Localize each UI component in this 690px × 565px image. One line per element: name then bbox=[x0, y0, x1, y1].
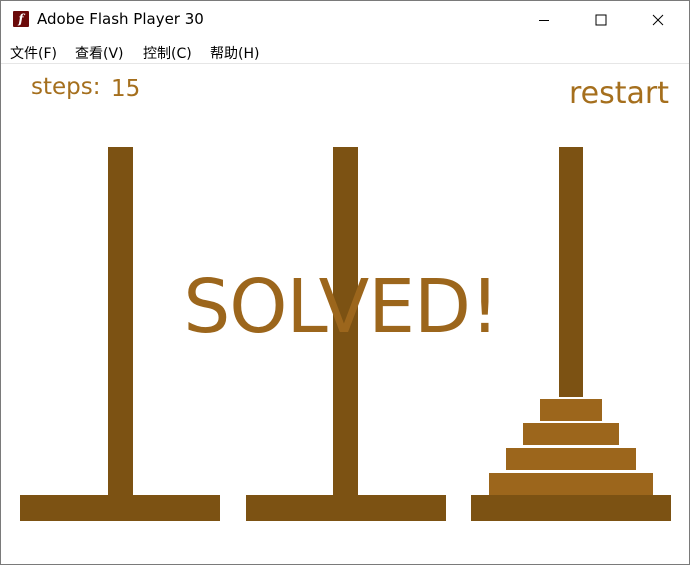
game-stage: steps: 15 restart SOLVED! bbox=[1, 64, 689, 564]
solved-message: SOLVED! bbox=[183, 264, 499, 350]
peg-1-base[interactable] bbox=[20, 495, 220, 521]
menu-control[interactable]: 控制(C) bbox=[143, 43, 192, 63]
steps-label: steps: bbox=[31, 74, 101, 100]
flash-player-window: f Adobe Flash Player 30 文件(F) 查看(V) 控制(C… bbox=[0, 0, 690, 565]
disk-3[interactable] bbox=[506, 448, 636, 470]
minimize-icon bbox=[539, 20, 549, 21]
menu-bar: 文件(F) 查看(V) 控制(C) 帮助(H) bbox=[1, 39, 689, 64]
close-icon bbox=[652, 14, 664, 26]
disk-1[interactable] bbox=[540, 399, 602, 421]
maximize-button[interactable] bbox=[578, 1, 624, 39]
peg-3-base[interactable] bbox=[471, 495, 671, 521]
menu-view[interactable]: 查看(V) bbox=[75, 43, 124, 63]
flash-player-icon: f bbox=[13, 11, 29, 27]
steps-counter: 15 bbox=[111, 76, 141, 102]
disk-4[interactable] bbox=[489, 473, 653, 495]
close-button[interactable] bbox=[635, 1, 681, 39]
menu-file[interactable]: 文件(F) bbox=[10, 43, 57, 63]
peg-2-base[interactable] bbox=[246, 495, 446, 521]
menu-help[interactable]: 帮助(H) bbox=[210, 43, 259, 63]
disk-2[interactable] bbox=[523, 423, 619, 445]
restart-button[interactable]: restart bbox=[569, 76, 669, 111]
maximize-icon bbox=[595, 14, 607, 26]
title-bar[interactable]: f Adobe Flash Player 30 bbox=[1, 1, 689, 39]
window-title: Adobe Flash Player 30 bbox=[37, 10, 204, 28]
minimize-button[interactable] bbox=[521, 1, 567, 39]
